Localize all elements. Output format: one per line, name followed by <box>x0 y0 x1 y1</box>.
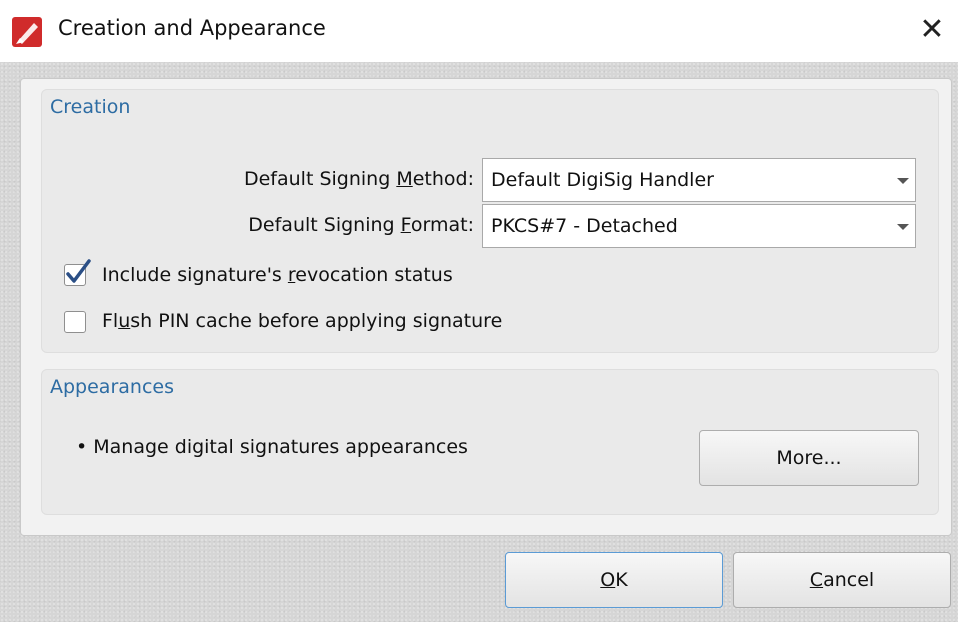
signing-method-value: Default DigiSig Handler <box>491 169 714 191</box>
creation-group: Creation Default Signing Method: Default… <box>41 89 939 353</box>
signing-format-value: PKCS#7 - Detached <box>491 215 678 237</box>
manage-appearances-text: • Manage digital signatures appearances <box>76 436 468 458</box>
flush-pin-cache-checkbox[interactable] <box>64 311 86 333</box>
flush-pin-cache-label: Flush PIN cache before applying signatur… <box>102 310 503 332</box>
close-icon[interactable]: ✕ <box>912 10 952 50</box>
ok-button[interactable]: OK <box>505 552 723 608</box>
signing-method-label: Default Signing Method: <box>243 168 474 190</box>
title-bar: Creation and Appearance ✕ <box>0 0 958 62</box>
appearances-group: Appearances • Manage digital signatures … <box>41 369 939 515</box>
chevron-down-icon <box>897 224 909 230</box>
window-title: Creation and Appearance <box>58 16 326 40</box>
appearances-header: Appearances <box>50 376 174 398</box>
cancel-button[interactable]: Cancel <box>733 552 951 608</box>
checkmark-icon <box>66 259 91 283</box>
chevron-down-icon <box>897 178 909 184</box>
signing-format-label: Default Signing Format: <box>248 214 474 236</box>
more-button[interactable]: More... <box>699 430 919 486</box>
dialog-body: Creation Default Signing Method: Default… <box>0 62 958 622</box>
revocation-status-label: Include signature's revocation status <box>102 264 453 286</box>
signing-method-select[interactable]: Default DigiSig Handler <box>482 158 916 202</box>
pdf-editor-icon <box>12 17 42 47</box>
revocation-status-checkbox[interactable] <box>64 259 91 286</box>
creation-header: Creation <box>50 96 131 118</box>
settings-panel: Creation Default Signing Method: Default… <box>20 78 952 536</box>
signing-format-select[interactable]: PKCS#7 - Detached <box>482 204 916 248</box>
